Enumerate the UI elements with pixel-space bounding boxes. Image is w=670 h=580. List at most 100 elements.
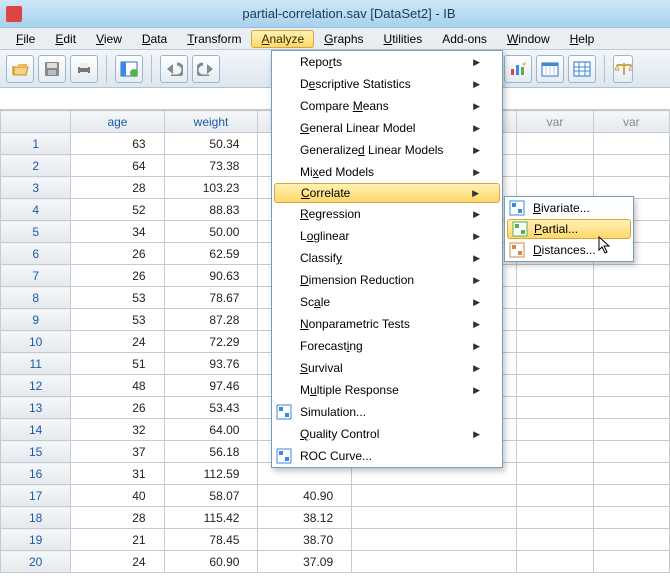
cell-empty[interactable] [593,485,669,507]
corner-header[interactable] [1,111,71,133]
col-header-empty[interactable]: var [517,111,593,133]
cell-empty[interactable] [593,309,669,331]
analyze-menu-item[interactable]: Dimension Reduction▶ [272,269,502,291]
cell[interactable]: 93.76 [164,353,258,375]
analyze-menu-item[interactable]: ROC Curve... [272,445,502,467]
row-header[interactable]: 15 [1,441,71,463]
cell[interactable]: 28 [71,507,164,529]
correlate-submenu-item[interactable]: Partial... [507,219,631,239]
analyze-menu-item[interactable]: Simulation... [272,401,502,423]
print-icon[interactable] [70,55,98,83]
cell[interactable]: 51 [71,353,164,375]
cell-empty[interactable] [593,155,669,177]
cell-empty[interactable] [593,353,669,375]
row-header[interactable]: 7 [1,265,71,287]
menu-help[interactable]: Help [560,30,605,48]
cell[interactable]: 38.12 [258,507,352,529]
cell[interactable]: 64 [71,155,164,177]
cell[interactable]: 24 [71,551,164,573]
row-header[interactable]: 13 [1,397,71,419]
cell[interactable]: 34 [71,221,164,243]
correlate-submenu-item[interactable]: Distances... [505,239,633,261]
cell-empty[interactable] [517,551,593,573]
cell-empty[interactable] [593,287,669,309]
cell-empty[interactable] [517,375,593,397]
row-header[interactable]: 4 [1,199,71,221]
cell[interactable]: 53 [71,287,164,309]
cell[interactable]: 56.18 [164,441,258,463]
col-header[interactable]: weight [164,111,258,133]
cell-empty[interactable] [517,265,593,287]
row-header[interactable]: 2 [1,155,71,177]
cell-empty[interactable] [593,397,669,419]
col-header[interactable]: age [71,111,164,133]
correlate-submenu-item[interactable]: Bivariate... [505,197,633,219]
cell-empty[interactable] [593,463,669,485]
analyze-menu-item[interactable]: Compare Means▶ [272,95,502,117]
cell-empty[interactable] [517,485,593,507]
cell-empty[interactable] [517,309,593,331]
analyze-menu-item[interactable]: Survival▶ [272,357,502,379]
redo-icon[interactable] [192,55,220,83]
menu-graphs[interactable]: Graphs [314,30,373,48]
cell[interactable]: 103.23 [164,177,258,199]
cell-empty[interactable] [593,551,669,573]
cell[interactable]: 32 [71,419,164,441]
cell[interactable]: 78.67 [164,287,258,309]
cell-empty[interactable] [593,133,669,155]
row-header[interactable]: 5 [1,221,71,243]
cell[interactable]: 62.59 [164,243,258,265]
analyze-menu-item[interactable]: Correlate▶ [274,183,500,203]
row-header[interactable]: 9 [1,309,71,331]
cell[interactable]: 72.29 [164,331,258,353]
undo-icon[interactable] [160,55,188,83]
row-header[interactable]: 3 [1,177,71,199]
grid-icon[interactable] [568,55,596,83]
row-header[interactable]: 12 [1,375,71,397]
row-header[interactable]: 8 [1,287,71,309]
cell[interactable]: 115.42 [164,507,258,529]
menu-transform[interactable]: Transform [177,30,251,48]
row-header[interactable]: 18 [1,507,71,529]
menu-add-ons[interactable]: Add-ons [432,30,497,48]
row-header[interactable]: 11 [1,353,71,375]
cell-empty[interactable] [517,353,593,375]
cell[interactable]: 97.46 [164,375,258,397]
row-header[interactable]: 6 [1,243,71,265]
row-header[interactable]: 19 [1,529,71,551]
cell[interactable]: 50.00 [164,221,258,243]
row-header[interactable]: 14 [1,419,71,441]
cell[interactable]: 37.09 [258,551,352,573]
cell-empty[interactable] [593,419,669,441]
cell[interactable]: 48 [71,375,164,397]
balance-icon[interactable] [613,55,633,83]
open-icon[interactable] [6,55,34,83]
cell[interactable]: 64.00 [164,419,258,441]
row-header[interactable]: 1 [1,133,71,155]
cell[interactable]: 52 [71,199,164,221]
cell[interactable]: 88.83 [164,199,258,221]
menu-data[interactable]: Data [132,30,177,48]
analyze-menu-item[interactable]: Nonparametric Tests▶ [272,313,502,335]
cell[interactable]: 50.34 [164,133,258,155]
calendar-icon[interactable] [536,55,564,83]
analyze-menu-item[interactable]: Generalized Linear Models▶ [272,139,502,161]
analyze-menu-item[interactable]: Regression▶ [272,203,502,225]
analyze-menu-item[interactable]: General Linear Model▶ [272,117,502,139]
row-header[interactable]: 17 [1,485,71,507]
cell[interactable]: 24 [71,331,164,353]
cell-empty[interactable] [517,441,593,463]
cell[interactable]: 60.90 [164,551,258,573]
cell[interactable]: 21 [71,529,164,551]
cell[interactable]: 78.45 [164,529,258,551]
cell[interactable]: 31 [71,463,164,485]
cell-empty[interactable] [517,419,593,441]
cell-empty[interactable] [517,133,593,155]
cell[interactable]: 63 [71,133,164,155]
menu-analyze[interactable]: Analyze [251,30,314,48]
cell[interactable]: 53 [71,309,164,331]
menu-view[interactable]: View [86,30,132,48]
chart-icon[interactable] [504,55,532,83]
cell-empty[interactable] [593,441,669,463]
cell[interactable]: 26 [71,243,164,265]
